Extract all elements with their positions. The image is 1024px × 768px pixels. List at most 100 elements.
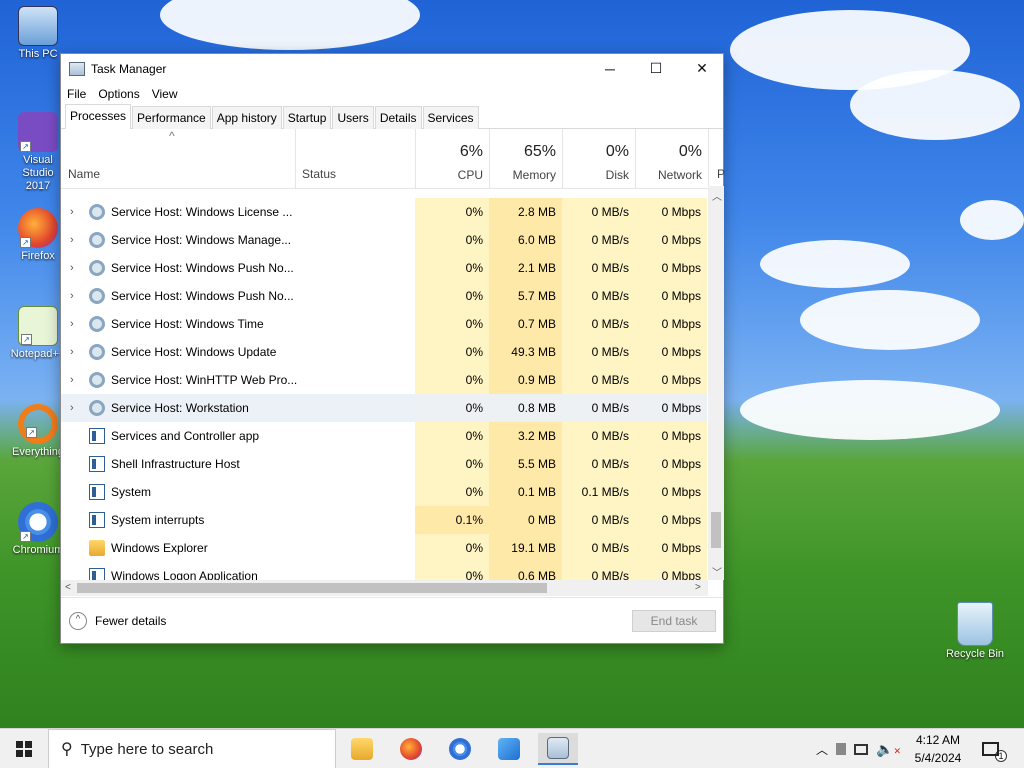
notepadpp-icon: ↗	[18, 306, 58, 346]
maximize-button[interactable]: ☐	[633, 54, 679, 83]
process-name: Service Host: Windows License ...	[111, 205, 293, 219]
column-memory[interactable]: 65% Memory	[489, 129, 562, 189]
expand-chevron-icon[interactable]: ›	[70, 254, 74, 282]
process-row[interactable]: › Service Host: Windows Time 0% 0.7 MB 0 MB/…	[61, 310, 707, 338]
column-network[interactable]: 0% Network	[635, 129, 708, 189]
desktop-icon-this-pc[interactable]: This PC	[2, 6, 74, 60]
scroll-down-icon[interactable]: ﹀	[712, 564, 722, 579]
disk-total: 0%	[605, 143, 629, 160]
column-status[interactable]: Status	[295, 129, 415, 189]
process-cpu: 0%	[415, 282, 489, 310]
process-disk: 0 MB/s	[562, 534, 635, 562]
process-network: 0 Mbps	[635, 422, 707, 450]
column-power[interactable]: P	[708, 129, 725, 189]
everything-icon: ↗	[18, 404, 58, 444]
process-network: 0 Mbps	[635, 338, 707, 366]
taskbar-chromium[interactable]	[440, 733, 480, 765]
horizontal-scroll-thumb[interactable]	[77, 583, 547, 593]
process-network: 0 Mbps	[635, 450, 707, 478]
process-name: Service Host: Windows Time	[111, 317, 264, 331]
show-hidden-icons-icon[interactable]: ︿	[816, 741, 828, 758]
expand-chevron-icon[interactable]: ›	[70, 366, 74, 394]
end-task-button[interactable]: End task	[632, 610, 716, 632]
vertical-scroll-thumb[interactable]	[711, 512, 721, 548]
scroll-right-icon[interactable]: >	[695, 582, 701, 593]
tab-performance[interactable]: Performance	[132, 106, 211, 129]
expand-chevron-icon[interactable]: ›	[70, 338, 74, 366]
close-button[interactable]: ✕	[679, 54, 725, 83]
expand-chevron-icon[interactable]: ›	[70, 226, 74, 254]
process-disk: 0 MB/s	[562, 562, 635, 580]
horizontal-scrollbar[interactable]: < >	[61, 580, 708, 596]
menu-options[interactable]: Options	[98, 87, 139, 101]
volume-muted-icon[interactable]: 🔈✕	[876, 741, 901, 758]
tab-services[interactable]: Services	[422, 106, 479, 129]
tab-processes[interactable]: Processes	[65, 104, 132, 129]
network-label: Network	[657, 168, 702, 182]
title-bar[interactable]: Task Manager ─ ☐ ✕	[61, 54, 723, 83]
expand-chevron-icon[interactable]: ›	[70, 394, 74, 422]
clock[interactable]: 4:12 AM 5/4/2024	[906, 731, 970, 767]
process-row[interactable]: System 0% 0.1 MB 0.1 MB/s 0 Mbps	[61, 478, 707, 506]
process-row[interactable]: Windows Logon Application 0% 0.6 MB 0 MB/s 0…	[61, 562, 707, 580]
taskbar-task-manager[interactable]	[538, 733, 578, 765]
column-disk[interactable]: 0% Disk	[562, 129, 635, 189]
process-cpu: 0%	[415, 310, 489, 338]
tab-app-history[interactable]: App history	[211, 106, 282, 129]
taskbar-photos[interactable]	[489, 733, 529, 765]
input-indicator-icon[interactable]	[836, 743, 847, 755]
scroll-up-icon[interactable]: ︿	[712, 188, 722, 203]
process-disk: 0 MB/s	[562, 226, 635, 254]
process-row[interactable]: Windows Explorer 0% 19.1 MB 0 MB/s 0 Mbps	[61, 534, 707, 562]
process-row[interactable]: System interrupts 0.1% 0 MB 0 MB/s 0 Mbps	[61, 506, 707, 534]
shortcut-arrow-icon: ↗	[21, 334, 32, 345]
process-row[interactable]: › Service Host: Windows Push No... 0% 2.1 M…	[61, 254, 707, 282]
scroll-left-icon[interactable]: <	[65, 582, 71, 593]
expand-chevron-icon[interactable]: ›	[70, 282, 74, 310]
process-row[interactable]: › Service Host: Windows License ... 0% 2.8 …	[61, 198, 707, 226]
vertical-scrollbar[interactable]: ︿ ﹀	[708, 186, 724, 580]
menu-bar: File Options View	[61, 83, 723, 105]
fewer-details-button[interactable]: ^ Fewer details	[69, 612, 166, 630]
task-manager-icon	[547, 737, 569, 759]
process-row[interactable]: › Service Host: Windows Manage... 0% 6.0 MB…	[61, 226, 707, 254]
cloud	[740, 380, 1000, 440]
desktop-icon-recycle-bin[interactable]: Recycle Bin	[939, 602, 1011, 660]
expand-chevron-icon[interactable]: ›	[70, 198, 74, 226]
minimize-button[interactable]: ─	[587, 54, 633, 83]
column-cpu[interactable]: 6% CPU	[415, 129, 489, 189]
file-explorer-icon	[351, 738, 373, 760]
start-button[interactable]	[0, 729, 48, 768]
process-name: Shell Infrastructure Host	[111, 457, 240, 471]
menu-file[interactable]: File	[67, 87, 86, 101]
action-center-button[interactable]: 1	[982, 729, 1007, 768]
tab-users[interactable]: Users	[332, 106, 374, 129]
expand-chevron-icon[interactable]: ›	[70, 310, 74, 338]
process-row[interactable]: › Service Host: Windows Update 0% 49.3 MB 0 …	[61, 338, 707, 366]
taskbar-file-explorer[interactable]	[342, 733, 382, 765]
process-cpu: 0%	[415, 226, 489, 254]
process-cpu: 0%	[415, 534, 489, 562]
process-row[interactable]: › Service Host: Windows Push No... 0% 5.7 M…	[61, 282, 707, 310]
app-window-icon	[89, 484, 105, 500]
process-row[interactable]: › Service Host: WinHTTP Web Pro... 0% 0.9 M…	[61, 366, 707, 394]
clock-time: 4:12 AM	[915, 733, 961, 747]
tab-startup[interactable]: Startup	[282, 106, 332, 129]
taskbar-firefox[interactable]	[391, 733, 431, 765]
column-name[interactable]: Name	[68, 167, 100, 181]
tab-details[interactable]: Details	[374, 106, 422, 129]
process-row[interactable]: › Service Host: Workstation 0% 0.8 MB 0 MB/s…	[61, 394, 707, 422]
process-row[interactable]: Shell Infrastructure Host 0% 5.5 MB 0 MB/s 0…	[61, 450, 707, 478]
process-name: Windows Explorer	[111, 541, 208, 555]
process-row[interactable]: Services and Controller app 0% 3.2 MB 0 MB/…	[61, 422, 707, 450]
process-network: 0 Mbps	[635, 534, 707, 562]
process-cpu: 0%	[415, 198, 489, 226]
menu-view[interactable]: View	[152, 87, 178, 101]
chromium-icon	[449, 738, 471, 760]
network-icon[interactable]	[854, 743, 869, 755]
cloud	[760, 240, 910, 288]
taskbar-search-box[interactable]: ⚲ Type here to search	[48, 729, 336, 768]
this-pc-icon	[18, 6, 58, 46]
process-name: Service Host: Windows Update	[111, 345, 277, 359]
process-disk: 0.1 MB/s	[562, 478, 635, 506]
